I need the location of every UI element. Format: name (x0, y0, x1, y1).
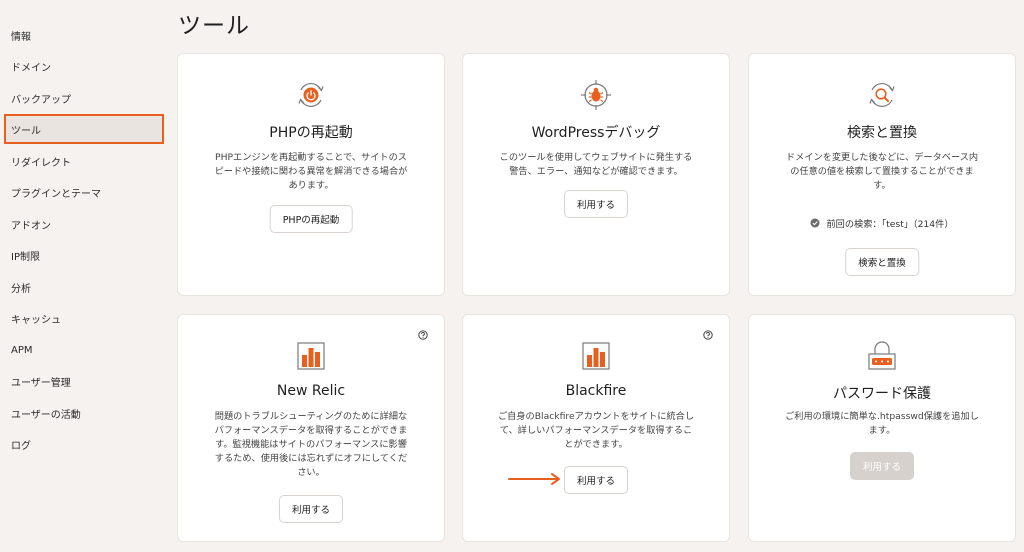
sidebar-item-label: 分析 (11, 283, 31, 295)
bug-icon (579, 78, 613, 112)
sidebar-item-label: ユーザー管理 (11, 377, 71, 389)
last-search-text: 前回の検索：「test」（214件） (826, 219, 954, 230)
sidebar-item-label: ユーザーの活動 (11, 409, 81, 421)
sidebar-item-user-management[interactable]: ユーザー管理 (4, 366, 164, 396)
wordpress-debug-button[interactable]: 利用する (563, 190, 629, 218)
card-title: パスワード保護 (833, 386, 931, 402)
password-protection-card: パスワード保護 ご利用の環境に簡単な.htpasswd保護を追加し ます。 利用… (748, 314, 1016, 542)
card-description: ご自身のBlackfireアカウントをサイトに統合し て、詳しいパフォーマンスデ… (497, 411, 695, 450)
card-description: 問題のトラブルシューティングのために詳細な パフォーマンスデータを取得することが… (214, 411, 408, 478)
password-protection-button[interactable]: 利用する (849, 452, 915, 480)
sidebar-item-label: キャッシュ (11, 314, 61, 326)
php-restart-card: PHPの再起動 PHPエンジンを再起動することで、サイトのス ピードや接続に関わ… (177, 53, 445, 296)
sidebar-item-label: アドオン (11, 220, 51, 232)
card-title: 検索と置換 (847, 125, 917, 141)
sidebar-item-redirects[interactable]: リダイレクト (4, 146, 164, 176)
wordpress-debug-card: WordPressデバッグ このツールを使用してウェブサイトに発生する 警告、エ… (462, 53, 730, 296)
help-icon[interactable] (703, 330, 713, 340)
blackfire-button[interactable]: 利用する (563, 466, 629, 494)
sidebar-item-info[interactable]: 情報 (4, 20, 164, 50)
sidebar-item-backups[interactable]: バックアップ (4, 83, 164, 113)
new-relic-button[interactable]: 利用する (278, 495, 344, 523)
sidebar-item-label: バックアップ (11, 94, 71, 106)
help-icon[interactable] (418, 330, 428, 340)
power-icon (294, 78, 328, 112)
sidebar-item-cache[interactable]: キャッシュ (4, 303, 164, 333)
search-replace-button[interactable]: 検索と置換 (845, 248, 919, 276)
sidebar-item-user-activity[interactable]: ユーザーの活動 (4, 398, 164, 428)
bar-chart-icon (579, 339, 613, 373)
card-title: PHPの再起動 (269, 125, 353, 141)
sidebar-item-analytics[interactable]: 分析 (4, 272, 164, 302)
sidebar-item-label: ログ (11, 440, 31, 452)
lock-icon (865, 339, 899, 373)
sidebar-item-label: リダイレクト (11, 157, 71, 169)
card-description: ドメインを変更した後などに、データベース内 の任意の値を検索して置換することがで… (785, 152, 979, 191)
sidebar-item-label: APM (11, 344, 33, 356)
search-icon (865, 78, 899, 112)
sidebar-item-label: 情報 (11, 31, 31, 43)
search-replace-card: 検索と置換 ドメインを変更した後などに、データベース内 の任意の値を検索して置換… (748, 53, 1016, 296)
sidebar-item-addons[interactable]: アドオン (4, 209, 164, 239)
check-circle-icon (810, 218, 820, 228)
card-description: ご利用の環境に簡単な.htpasswd保護を追加し ます。 (785, 411, 979, 436)
bar-chart-icon (294, 339, 328, 373)
last-search-status: 前回の検索：「test」（214件） (749, 216, 1015, 230)
sidebar-item-label: ツール (11, 125, 41, 137)
card-title: WordPressデバッグ (531, 125, 661, 141)
sidebar-item-domains[interactable]: ドメイン (4, 51, 164, 81)
sidebar: 情報 ドメイン バックアップ ツール リダイレクト プラグインとテーマ アドオン… (0, 0, 168, 552)
sidebar-item-tools[interactable]: ツール (4, 114, 164, 144)
card-title: Blackfire (565, 383, 627, 399)
sidebar-item-label: ドメイン (11, 62, 51, 74)
sidebar-item-apm[interactable]: APM (4, 335, 164, 365)
card-title: New Relic (276, 383, 346, 399)
php-restart-button[interactable]: PHPの再起動 (269, 205, 353, 233)
card-description: このツールを使用してウェブサイトに発生する 警告、エラー、通知などが確認できます… (499, 152, 693, 177)
new-relic-card: New Relic 問題のトラブルシューティングのために詳細な パフォーマンスデ… (177, 314, 445, 542)
sidebar-item-ip-restriction[interactable]: IP制限 (4, 240, 164, 270)
sidebar-item-label: プラグインとテーマ (11, 188, 101, 200)
sidebar-item-logs[interactable]: ログ (4, 429, 164, 459)
annotation-arrow-icon (508, 473, 560, 485)
sidebar-item-plugins-themes[interactable]: プラグインとテーマ (4, 177, 164, 207)
sidebar-item-label: IP制限 (11, 251, 40, 263)
blackfire-card: Blackfire ご自身のBlackfireアカウントをサイトに統合し て、詳… (462, 314, 730, 542)
page-title: ツール (178, 13, 250, 39)
card-description: PHPエンジンを再起動することで、サイトのス ピードや接続に関わる異常を解消でき… (214, 152, 408, 191)
